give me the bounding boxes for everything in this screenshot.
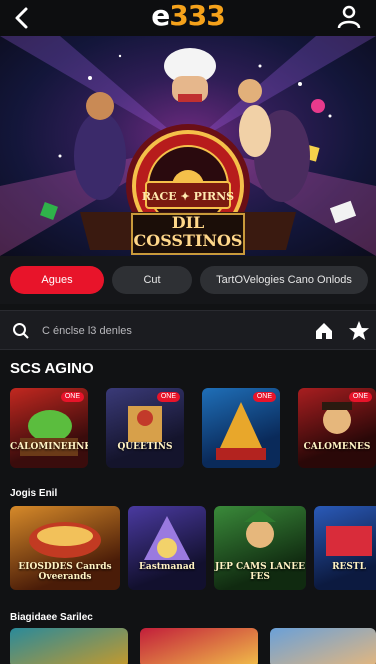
game-art — [144, 516, 190, 560]
game-tile[interactable]: EIOSDDES Canrds Oveerands — [10, 506, 120, 590]
game-title: CALOMINEHNKS — [10, 442, 88, 452]
chip-all[interactable]: Agues — [10, 266, 104, 294]
game-tile[interactable]: JEP CAMS LANEE FES — [214, 506, 306, 590]
game-tile[interactable]: RESTL — [314, 506, 376, 590]
badge: ONE — [60, 392, 84, 402]
game-art — [326, 526, 372, 556]
hero-banner[interactable]: RACE ✦ PIRNS DIL COSSTINOS — [0, 36, 376, 256]
search-bar: C énclse l3 denles — [0, 310, 376, 350]
section-title-3: Biagidaee Sarilec — [10, 612, 93, 623]
star-icon[interactable] — [348, 320, 370, 342]
game-tile[interactable]: Eastmanad — [128, 506, 206, 590]
badge: ONE — [252, 392, 276, 402]
chip-cut[interactable]: Cut — [112, 266, 192, 294]
game-tile[interactable] — [10, 628, 128, 664]
game-tile[interactable]: ONE — [202, 388, 280, 468]
app-logo[interactable]: e333 — [0, 0, 376, 32]
category-chips: Agues Cut TartOVelogies Cano Onlods — [0, 256, 376, 304]
game-title: EIOSDDES Canrds Oveerands — [18, 562, 112, 582]
user-icon[interactable] — [336, 4, 362, 30]
top-bar: e333 — [0, 0, 376, 36]
logo-main: e — [151, 0, 170, 32]
game-tile[interactable]: ONE QUEETINS — [106, 388, 184, 468]
game-tile[interactable]: ONE CALOMINEHNKS — [10, 388, 88, 468]
badge: ONE — [348, 392, 372, 402]
search-icon — [13, 323, 29, 339]
hero-title: DIL COSSTINOS — [133, 213, 243, 250]
hero-sign-text: RACE ✦ PIRNS — [142, 190, 234, 203]
game-tile[interactable] — [140, 628, 258, 664]
badge: ONE — [156, 392, 180, 402]
home-icon[interactable] — [314, 321, 334, 341]
game-title: QUEETINS — [117, 442, 173, 452]
section-title-1: SCS AGINO — [10, 360, 94, 377]
game-tile[interactable] — [270, 628, 376, 664]
chip-online[interactable]: TartOVelogies Cano Onlods — [200, 266, 368, 294]
game-title: Eastmanad — [139, 562, 195, 572]
game-title: RESTL — [332, 562, 366, 572]
game-title: JEP CAMS LANEE FES — [214, 562, 306, 582]
section-title-2: Jogis Enil — [10, 488, 58, 499]
logo-accent: 333 — [169, 0, 225, 32]
game-tile[interactable]: ONE CALOMENES — [298, 388, 376, 468]
search-input[interactable]: C énclse l3 denles — [42, 311, 282, 351]
game-title: CALOMENES — [303, 442, 371, 452]
